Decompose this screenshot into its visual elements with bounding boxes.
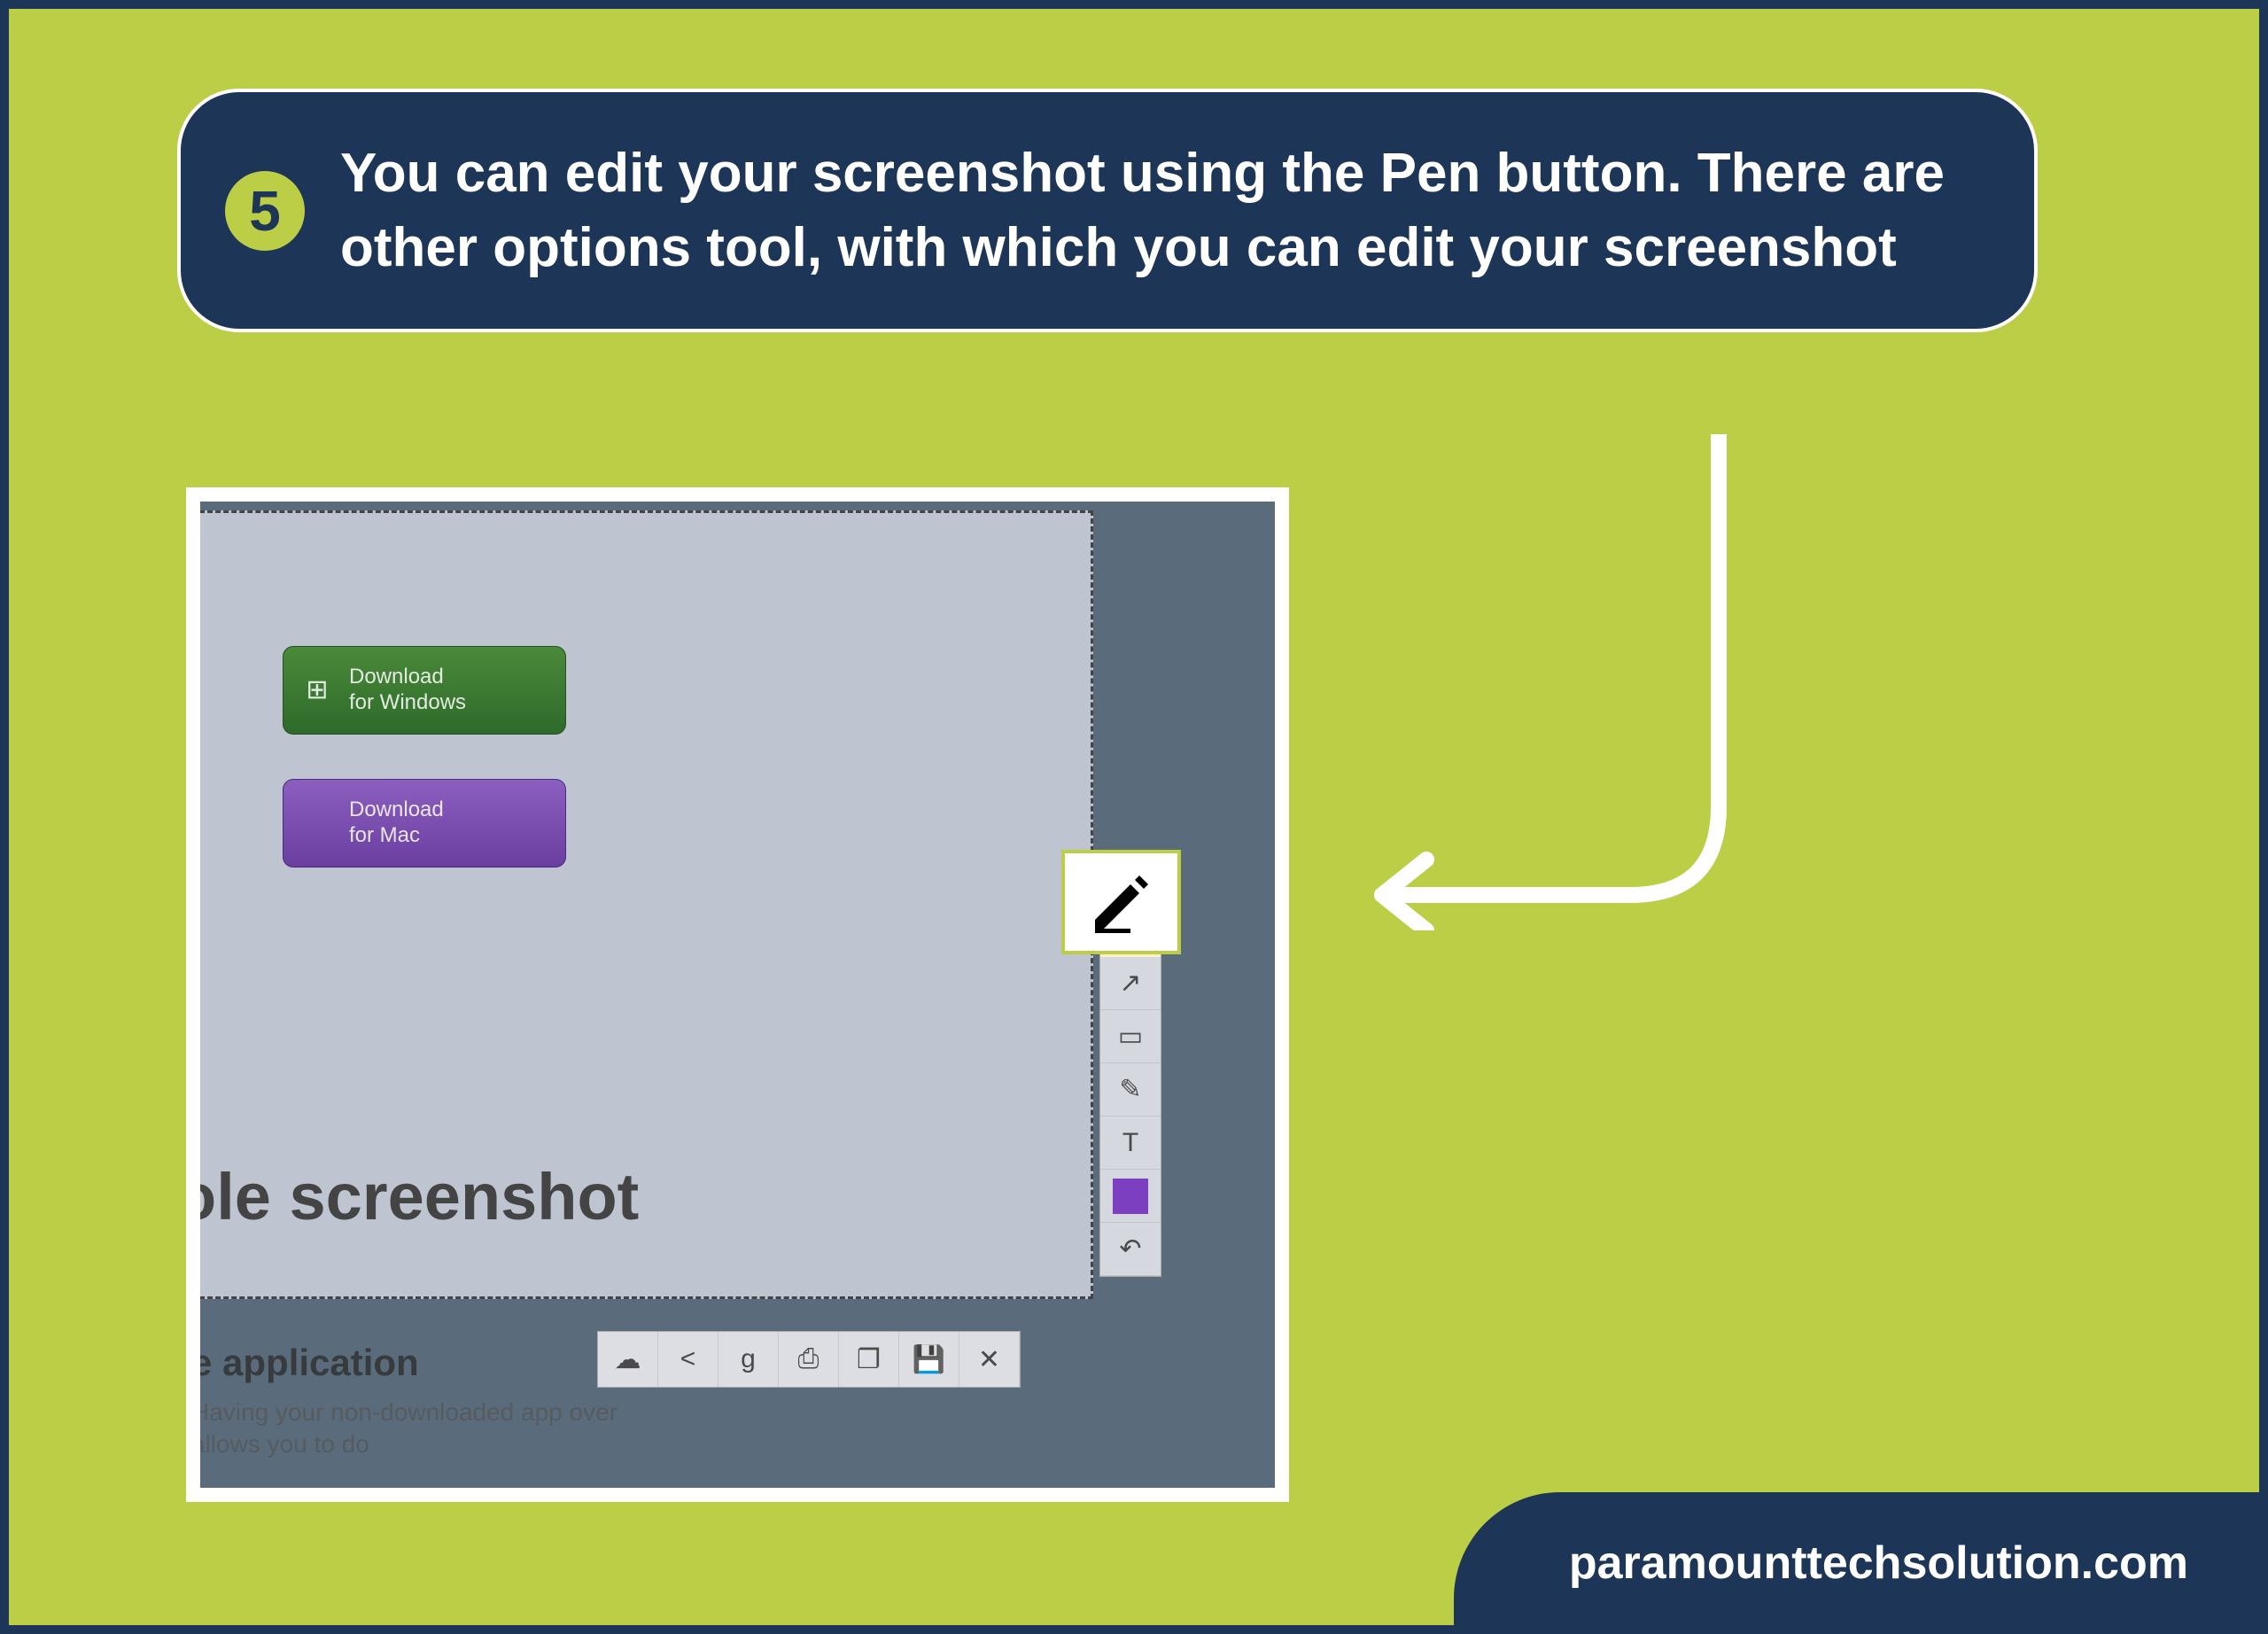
print-button[interactable]: ⎙ — [779, 1332, 839, 1387]
selection-area: ⊞ Download for Windows Download for Mac … — [200, 510, 1093, 1299]
instruction-text: You can edit your screenshot using the P… — [340, 136, 1972, 284]
cloud-upload-button[interactable]: ☁ — [598, 1332, 658, 1387]
color-swatch — [1113, 1179, 1148, 1214]
connector-arrow — [1329, 434, 1763, 930]
partial-subheading: e application — [200, 1342, 419, 1384]
step-number-badge: 5 — [225, 171, 305, 251]
color-tool[interactable] — [1100, 1170, 1161, 1223]
close-button[interactable]: ✕ — [959, 1332, 1020, 1387]
download-windows-button[interactable]: ⊞ Download for Windows — [283, 646, 566, 735]
partial-heading: ole screenshot — [200, 1159, 639, 1234]
undo-tool[interactable]: ↶ — [1100, 1223, 1161, 1276]
footer-url: paramounttechsolution.com — [1454, 1492, 2259, 1625]
apple-icon — [301, 807, 333, 839]
text-tool[interactable]: T — [1100, 1117, 1161, 1170]
marker-tool[interactable]: ✎ — [1100, 1063, 1161, 1117]
download-mac-label: Download for Mac — [349, 798, 444, 849]
download-windows-label: Download for Windows — [349, 665, 466, 716]
pen-tool-callout — [1061, 850, 1181, 954]
partial-desc: Having your non-downloaded app over allo… — [200, 1397, 617, 1461]
download-mac-button[interactable]: Download for Mac — [283, 779, 566, 868]
windows-icon: ⊞ — [301, 674, 333, 706]
screenshot-frame: ⊞ Download for Windows Download for Mac … — [186, 487, 1289, 1502]
copy-button[interactable]: ❐ — [839, 1332, 899, 1387]
side-toolbar: Pen ↗ ▭ ✎ T ↶ — [1099, 927, 1161, 1277]
share-button[interactable]: < — [658, 1332, 718, 1387]
instruction-box: 5 You can edit your screenshot using the… — [177, 89, 2038, 332]
screenshot-content: ⊞ Download for Windows Download for Mac … — [200, 502, 1275, 1488]
pen-icon — [1086, 867, 1157, 938]
rectangle-tool[interactable]: ▭ — [1100, 1010, 1161, 1063]
save-button[interactable]: 💾 — [899, 1332, 959, 1387]
bottom-toolbar: ☁ < g ⎙ ❐ 💾 ✕ — [597, 1331, 1021, 1388]
arrow-tool[interactable]: ↗ — [1100, 957, 1161, 1010]
google-button[interactable]: g — [718, 1332, 779, 1387]
